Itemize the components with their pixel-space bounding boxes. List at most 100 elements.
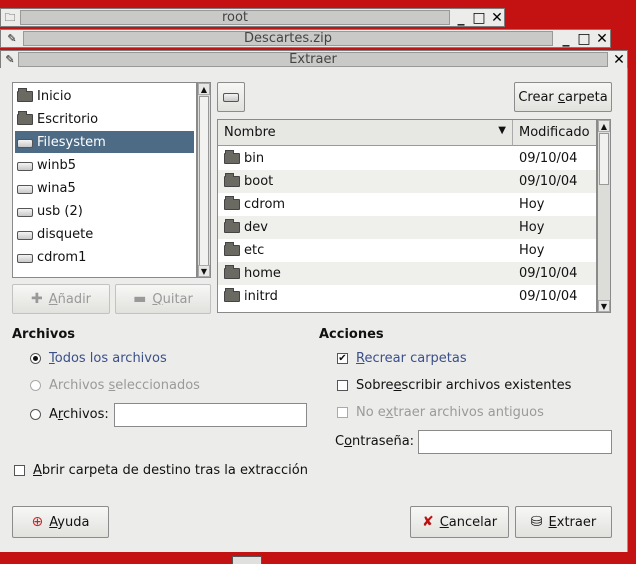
file-name: boot (244, 174, 274, 189)
folder-icon (224, 219, 240, 233)
checkbox-checked-icon: ✔ (337, 353, 348, 364)
scroll-down-icon[interactable]: ▼ (198, 265, 210, 277)
places-item[interactable]: wina5 (15, 177, 194, 199)
open-destination-checkbox[interactable]: Abrir carpeta de destino tras la extracc… (14, 463, 308, 478)
files-section-title: Archivos (12, 327, 76, 342)
radio-unchecked-icon (30, 409, 41, 420)
file-row[interactable]: boot 09/10/04 (218, 170, 596, 193)
file-row[interactable]: etc Hoy (218, 239, 596, 262)
folder-icon (224, 288, 240, 302)
folder-icon (224, 150, 240, 164)
places-scrollbar[interactable]: ▲ ▼ (197, 82, 211, 278)
close-icon[interactable]: ✕ (610, 51, 628, 69)
no-extract-older-checkbox[interactable]: No extraer archivos antiguos (337, 405, 544, 420)
password-input[interactable] (418, 430, 612, 454)
all-files-label: Todos los archivos (49, 351, 167, 366)
places-list[interactable]: Inicio Escritorio Filesystem winb5 wina5 usb … (12, 82, 197, 278)
drive-icon (17, 185, 33, 194)
remove-place-button[interactable]: ▬ Quitar (115, 284, 211, 314)
home-folder-icon (17, 87, 33, 102)
radio-unchecked-icon (30, 380, 41, 391)
drive-icon (17, 254, 33, 263)
add-place-label: Añadir (48, 291, 92, 307)
places-item[interactable]: winb5 (15, 154, 194, 176)
pattern-files-radio[interactable]: Archivos: (30, 407, 109, 422)
places-item-label: usb (2) (37, 203, 83, 219)
remove-place-label: Quitar (152, 291, 193, 307)
folder-icon: 🗀 (4, 11, 16, 24)
file-name: home (244, 266, 281, 281)
close-icon[interactable]: ✕ (488, 9, 506, 27)
scroll-up-icon[interactable]: ▲ (198, 83, 210, 95)
places-scroll-thumb[interactable] (199, 96, 209, 266)
scroll-up-icon[interactable]: ▲ (598, 120, 610, 132)
scroll-down-icon[interactable]: ▼ (598, 300, 610, 312)
window-titlebar-extract[interactable]: ✎ Extraer ✕ (0, 50, 628, 69)
extract-label: Extraer (548, 514, 597, 530)
remove-icon: ▬ (133, 291, 147, 307)
radio-checked-icon (30, 353, 41, 364)
places-item[interactable]: disquete (15, 223, 194, 245)
file-scrollbar[interactable]: ▲ ▼ (597, 119, 611, 313)
file-row[interactable]: home 09/10/04 (218, 262, 596, 285)
help-label: Ayuda (49, 514, 90, 530)
drive-icon (17, 162, 33, 171)
extract-button[interactable]: ⛁ Extraer (515, 506, 612, 538)
file-row[interactable]: bin 09/10/04 (218, 147, 596, 170)
path-filesystem-button[interactable] (217, 82, 245, 112)
maximize-icon[interactable]: □ (575, 30, 593, 48)
pattern-input[interactable] (114, 403, 307, 427)
window-title-root: root (20, 10, 450, 25)
minimize-icon[interactable]: _ (452, 9, 470, 27)
places-item-label: winb5 (37, 157, 77, 173)
create-folder-label: Crear carpeta (518, 89, 608, 105)
close-icon[interactable]: ✕ (593, 30, 611, 48)
places-item[interactable]: usb (2) (15, 200, 194, 222)
checkbox-unchecked-icon (337, 407, 348, 418)
file-modified: 09/10/04 (519, 266, 578, 281)
window-titlebar-archive[interactable]: ✎ Descartes.zip _ □ ✕ (0, 29, 611, 48)
column-header-name-label: Nombre (224, 125, 276, 140)
selected-files-radio[interactable]: Archivos seleccionados (30, 378, 200, 393)
file-modified: Hoy (519, 243, 545, 258)
create-folder-button[interactable]: Crear carpeta (514, 82, 612, 112)
archive-icon: ✎ (7, 32, 17, 45)
window-titlebar-root[interactable]: 🗀 root _ □ ✕ (0, 8, 505, 27)
file-scroll-thumb[interactable] (599, 133, 609, 185)
column-header-modified[interactable]: Modificado (513, 120, 596, 146)
column-header-name[interactable]: Nombre ▼ (218, 120, 513, 146)
lifebuoy-icon: ⊕ (31, 514, 44, 530)
cancel-button[interactable]: ✘ Cancelar (410, 506, 509, 538)
minimize-icon[interactable]: _ (557, 30, 575, 48)
cancel-icon: ✘ (421, 514, 434, 530)
all-files-radio[interactable]: Todos los archivos (30, 351, 167, 366)
folder-icon (224, 196, 240, 210)
checkbox-unchecked-icon (337, 380, 348, 391)
help-button[interactable]: ⊕ Ayuda (12, 506, 109, 538)
places-item[interactable]: Escritorio (15, 108, 194, 130)
file-row[interactable]: cdrom Hoy (218, 193, 596, 216)
maximize-icon[interactable]: □ (470, 9, 488, 27)
drive-icon (17, 208, 33, 217)
file-modified: 09/10/04 (519, 289, 578, 304)
add-place-button[interactable]: ✚ Añadir (12, 284, 110, 314)
file-modified: Hoy (519, 197, 545, 212)
places-item-label: disquete (37, 226, 94, 242)
drive-icon (17, 231, 33, 240)
checkbox-unchecked-icon (14, 465, 25, 476)
file-row[interactable]: initrd 09/10/04 (218, 285, 596, 308)
file-name: bin (244, 151, 265, 166)
drive-icon (223, 92, 239, 102)
places-item[interactable]: cdrom1 (15, 246, 194, 268)
cancel-label: Cancelar (439, 514, 498, 530)
places-item[interactable]: Filesystem (15, 131, 194, 153)
file-row[interactable]: dev Hoy (218, 216, 596, 239)
recreate-folders-checkbox[interactable]: ✔ Recrear carpetas (337, 351, 467, 366)
file-list[interactable]: Nombre ▼ Modificado bin 09/10/04 boot 09/10… (217, 119, 597, 313)
overwrite-files-checkbox[interactable]: Sobreescribir archivos existentes (337, 378, 571, 393)
extract-icon: ⛁ (530, 514, 543, 530)
column-header-modified-label: Modificado (519, 125, 590, 140)
actions-section-title: Acciones (319, 327, 384, 342)
sort-down-icon: ▼ (498, 125, 506, 136)
places-item[interactable]: Inicio (15, 85, 194, 107)
